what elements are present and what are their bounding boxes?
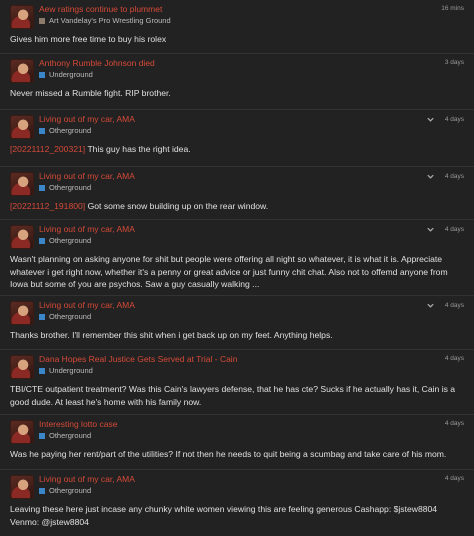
avatar[interactable] bbox=[10, 475, 34, 499]
thread-title-link[interactable]: Living out of my car, AMA bbox=[39, 300, 339, 311]
feed-post: Aew ratings continue to plummet Art Vand… bbox=[0, 0, 474, 54]
avatar[interactable] bbox=[10, 5, 34, 29]
feed-post: Interesting lotto case Otherground 4 day… bbox=[0, 415, 474, 470]
thread-title-link[interactable]: Living out of my car, AMA bbox=[39, 474, 339, 485]
post-time: 3 days bbox=[444, 59, 464, 66]
thread-title-link[interactable]: Anthony Rumble Johnson died bbox=[39, 58, 339, 69]
image-reference-link[interactable]: [20221112_191800] bbox=[10, 201, 85, 211]
avatar[interactable] bbox=[10, 301, 34, 325]
category-square-icon bbox=[39, 432, 45, 439]
avatar[interactable] bbox=[10, 59, 34, 83]
post-body: Gives him more free time to buy his role… bbox=[10, 34, 167, 44]
activity-feed: Aew ratings continue to plummet Art Vand… bbox=[0, 0, 474, 536]
category-square-icon bbox=[39, 17, 45, 24]
feed-post: Living out of my car, AMA Otherground 4 … bbox=[0, 110, 474, 167]
category-square-icon bbox=[39, 127, 45, 134]
avatar[interactable] bbox=[10, 225, 34, 249]
post-body: [20221112_191800] Got some snow building… bbox=[10, 201, 269, 211]
thread-title-link[interactable]: Living out of my car, AMA bbox=[39, 224, 339, 235]
post-body: Thanks brother. I'll remember this shit … bbox=[10, 330, 333, 340]
category-link[interactable]: Underground bbox=[49, 365, 93, 376]
post-time: 4 days bbox=[444, 420, 464, 427]
avatar[interactable] bbox=[10, 355, 34, 379]
feed-post: Living out of my car, AMA Otherground 4 … bbox=[0, 220, 474, 296]
avatar[interactable] bbox=[10, 115, 34, 139]
category-link[interactable]: Otherground bbox=[49, 235, 91, 246]
post-body: [20221112_200321] This guy has the right… bbox=[10, 144, 191, 154]
chevron-down-icon[interactable] bbox=[426, 225, 435, 234]
post-body: Was he paying her rent/part of the utili… bbox=[10, 449, 447, 459]
feed-post: Dana Hopes Real Justice Gets Served at T… bbox=[0, 350, 474, 415]
category-square-icon bbox=[39, 313, 45, 320]
post-body: Never missed a Rumble fight. RIP brother… bbox=[10, 88, 171, 98]
category-square-icon bbox=[39, 184, 45, 191]
category-square-icon bbox=[39, 367, 45, 374]
category-link[interactable]: Art Vandelay's Pro Wrestling Ground bbox=[49, 15, 171, 26]
feed-post: Living out of my car, AMA Otherground 4 … bbox=[0, 296, 474, 350]
avatar[interactable] bbox=[10, 420, 34, 444]
post-time: 4 days bbox=[444, 355, 464, 362]
feed-post: Living out of my car, AMA Otherground 4 … bbox=[0, 470, 474, 536]
post-body: Wasn't planning on asking anyone for shi… bbox=[10, 254, 448, 289]
chevron-down-icon[interactable] bbox=[426, 301, 435, 310]
chevron-down-icon[interactable] bbox=[426, 172, 435, 181]
post-time: 4 days bbox=[444, 116, 464, 123]
chevron-down-icon[interactable] bbox=[426, 115, 435, 124]
post-time: 4 days bbox=[444, 302, 464, 309]
category-square-icon bbox=[39, 487, 45, 494]
feed-post: Anthony Rumble Johnson died Underground … bbox=[0, 54, 474, 110]
avatar[interactable] bbox=[10, 172, 34, 196]
category-square-icon bbox=[39, 237, 45, 244]
category-link[interactable]: Otherground bbox=[49, 182, 91, 193]
thread-title-link[interactable]: Living out of my car, AMA bbox=[39, 171, 339, 182]
thread-title-link[interactable]: Living out of my car, AMA bbox=[39, 114, 339, 125]
category-square-icon bbox=[39, 71, 45, 78]
category-link[interactable]: Otherground bbox=[49, 430, 91, 441]
category-link[interactable]: Otherground bbox=[49, 485, 91, 496]
post-time: 4 days bbox=[444, 173, 464, 180]
thread-title-link[interactable]: Aew ratings continue to plummet bbox=[39, 4, 339, 15]
thread-title-link[interactable]: Interesting lotto case bbox=[39, 419, 339, 430]
post-body: Leaving these here just incase any chunk… bbox=[10, 504, 438, 527]
category-link[interactable]: Otherground bbox=[49, 311, 91, 322]
post-time: 4 days bbox=[444, 226, 464, 233]
thread-title-link[interactable]: Dana Hopes Real Justice Gets Served at T… bbox=[39, 354, 339, 365]
post-time: 16 mins bbox=[441, 5, 464, 12]
category-link[interactable]: Otherground bbox=[49, 125, 91, 136]
image-reference-link[interactable]: [20221112_200321] bbox=[10, 144, 85, 154]
category-link[interactable]: Underground bbox=[49, 69, 93, 80]
feed-post: Living out of my car, AMA Otherground 4 … bbox=[0, 167, 474, 220]
post-body: TBI/CTE outpatient treatment? Was this C… bbox=[10, 384, 456, 407]
post-time: 4 days bbox=[444, 475, 464, 482]
